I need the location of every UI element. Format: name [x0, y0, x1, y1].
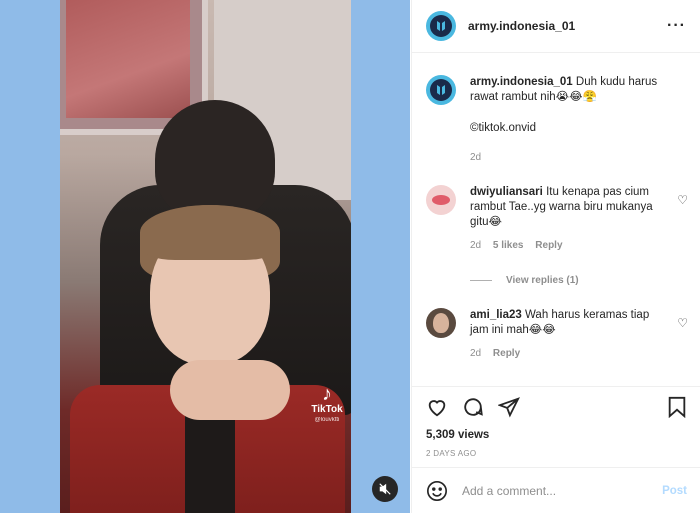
comment-input[interactable]	[462, 483, 642, 498]
comment-text: dwiyuliansari Itu kenapa pas cium rambut…	[470, 185, 670, 230]
comment-username[interactable]: ami_lia23	[470, 309, 522, 321]
view-replies-label: View replies (1)	[506, 275, 579, 286]
caption-time: 2d	[470, 152, 482, 163]
like-comment-heart-icon[interactable]: ♡	[677, 193, 688, 207]
commenter-avatar[interactable]	[426, 185, 456, 215]
comment-item: dwiyuliansari Itu kenapa pas cium rambut…	[426, 185, 688, 253]
post-header: army.indonesia_01 ···	[412, 0, 700, 53]
tiktok-watermark: ♪ TikTok @louvktti	[308, 384, 346, 423]
view-replies-button[interactable]: View replies (1)	[470, 275, 579, 286]
view-count[interactable]: 5,309 views	[426, 429, 687, 441]
reply-button[interactable]: Reply	[535, 240, 562, 251]
comment-bubble-icon[interactable]	[462, 396, 484, 418]
caption-author-avatar[interactable]	[426, 75, 456, 105]
post-side-panel: army.indonesia_01 ··· army.indonesia_01 …	[411, 0, 700, 513]
comment-time: 2d	[470, 348, 482, 359]
like-heart-icon[interactable]	[426, 396, 448, 418]
mute-button[interactable]	[372, 476, 398, 502]
comment-item: ami_lia23 Wah harus keramas tiap jam ini…	[426, 308, 688, 361]
like-comment-heart-icon[interactable]: ♡	[677, 316, 688, 330]
tiktok-brand: TikTok	[311, 404, 343, 415]
comment-text: ami_lia23 Wah harus keramas tiap jam ini…	[470, 308, 670, 338]
author-username[interactable]: army.indonesia_01	[468, 19, 575, 33]
share-send-icon[interactable]	[498, 396, 520, 418]
bts-logo-icon	[437, 21, 445, 31]
emoji-smiley-icon[interactable]	[426, 480, 448, 502]
comments-list: army.indonesia_01 Duh kudu harus rawat r…	[412, 54, 700, 386]
comment-time: 2d	[470, 240, 482, 251]
post-video[interactable]	[60, 0, 351, 513]
author-avatar[interactable]	[426, 11, 456, 41]
more-options-icon[interactable]: ···	[667, 17, 686, 35]
tiktok-handle: @louvktti	[314, 417, 340, 423]
post-comment-button[interactable]: Post	[662, 485, 687, 497]
post-actions: 5,309 views 2 DAYS AGO	[412, 386, 700, 466]
save-bookmark-icon[interactable]	[667, 396, 687, 418]
comment-username[interactable]: dwiyuliansari	[470, 186, 543, 198]
caption-text: army.indonesia_01 Duh kudu harus rawat r…	[470, 75, 670, 105]
caption: army.indonesia_01 Duh kudu harus rawat r…	[426, 75, 688, 165]
reply-button[interactable]: Reply	[493, 348, 520, 359]
media-area: ♪ TikTok @louvktti	[0, 0, 410, 513]
caption-credit: ©tiktok.onvid	[470, 122, 537, 134]
caption-username[interactable]: army.indonesia_01	[470, 76, 573, 88]
add-comment-bar: Post	[412, 467, 700, 513]
comment-likes[interactable]: 5 likes	[493, 240, 524, 251]
commenter-avatar[interactable]	[426, 308, 456, 338]
post-timestamp: 2 DAYS AGO	[426, 449, 477, 458]
tiktok-logo-icon: ♪	[322, 383, 332, 405]
bts-logo-icon	[437, 85, 445, 95]
speaker-muted-icon	[379, 483, 391, 495]
